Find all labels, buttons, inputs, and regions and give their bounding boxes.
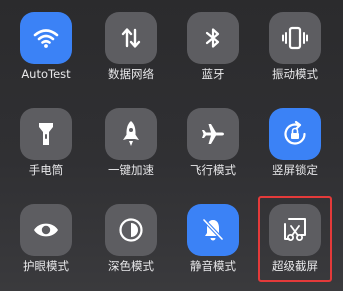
tile-vibrate[interactable]: 振动模式 — [253, 12, 337, 81]
mute-bell-icon — [202, 218, 224, 241]
airplane-icon — [202, 124, 224, 144]
mute-toggle[interactable] — [187, 204, 239, 256]
tile-bluetooth[interactable]: 蓝牙 — [171, 12, 255, 81]
tile-eye-care[interactable]: 护眼模式 — [4, 204, 88, 273]
control-center-panel: AutoTest 数据网络 蓝牙 振动模式 手电筒 一键加速 飞行模式 竖屏锁定… — [0, 0, 343, 291]
eye-icon — [34, 223, 58, 237]
tile-wifi[interactable]: AutoTest — [4, 12, 88, 81]
tile-mobile-data[interactable]: 数据网络 — [89, 12, 173, 81]
tile-label: 深色模式 — [108, 259, 154, 273]
wifi-icon — [33, 29, 59, 48]
super-screenshot-icon — [284, 218, 306, 241]
airplane-toggle[interactable] — [187, 108, 239, 160]
dark-mode-icon — [119, 218, 143, 242]
tile-dark-mode[interactable]: 深色模式 — [89, 204, 173, 273]
tile-label: 手电筒 — [28, 163, 64, 177]
tile-flashlight[interactable]: 手电筒 — [4, 108, 88, 177]
mobile-data-toggle[interactable] — [105, 12, 157, 64]
tile-label: 静音模式 — [190, 259, 236, 273]
tile-rotation-lock[interactable]: 竖屏锁定 — [253, 108, 337, 177]
tile-label: 一键加速 — [108, 163, 154, 177]
rotation-lock-icon — [284, 120, 306, 145]
tile-label: 振动模式 — [272, 67, 318, 81]
mobile-data-icon — [121, 28, 141, 48]
tile-mute[interactable]: 静音模式 — [171, 204, 255, 273]
tile-label: 超级截屏 — [272, 259, 318, 273]
boost-toggle[interactable] — [105, 108, 157, 160]
tile-label: 护眼模式 — [23, 259, 69, 273]
vibrate-icon — [282, 26, 308, 50]
dark-mode-toggle[interactable] — [105, 204, 157, 256]
wifi-toggle[interactable] — [20, 12, 72, 64]
tile-label: 竖屏锁定 — [272, 163, 318, 177]
vibrate-toggle[interactable] — [269, 12, 321, 64]
eye-care-toggle[interactable] — [20, 204, 72, 256]
flashlight-icon — [39, 123, 53, 145]
tile-airplane[interactable]: 飞行模式 — [171, 108, 255, 177]
super-screenshot-toggle[interactable] — [269, 204, 321, 256]
tile-label: 蓝牙 — [201, 67, 225, 81]
tile-label: 飞行模式 — [190, 163, 236, 177]
tile-boost[interactable]: 一键加速 — [89, 108, 173, 177]
flashlight-toggle[interactable] — [20, 108, 72, 160]
tile-label: AutoTest — [21, 67, 71, 81]
bluetooth-icon — [205, 28, 220, 48]
rocket-icon — [123, 121, 139, 146]
bluetooth-toggle[interactable] — [187, 12, 239, 64]
rotation-lock-toggle[interactable] — [269, 108, 321, 160]
tile-super-screenshot[interactable]: 超级截屏 — [253, 204, 337, 273]
tile-label: 数据网络 — [108, 67, 154, 81]
